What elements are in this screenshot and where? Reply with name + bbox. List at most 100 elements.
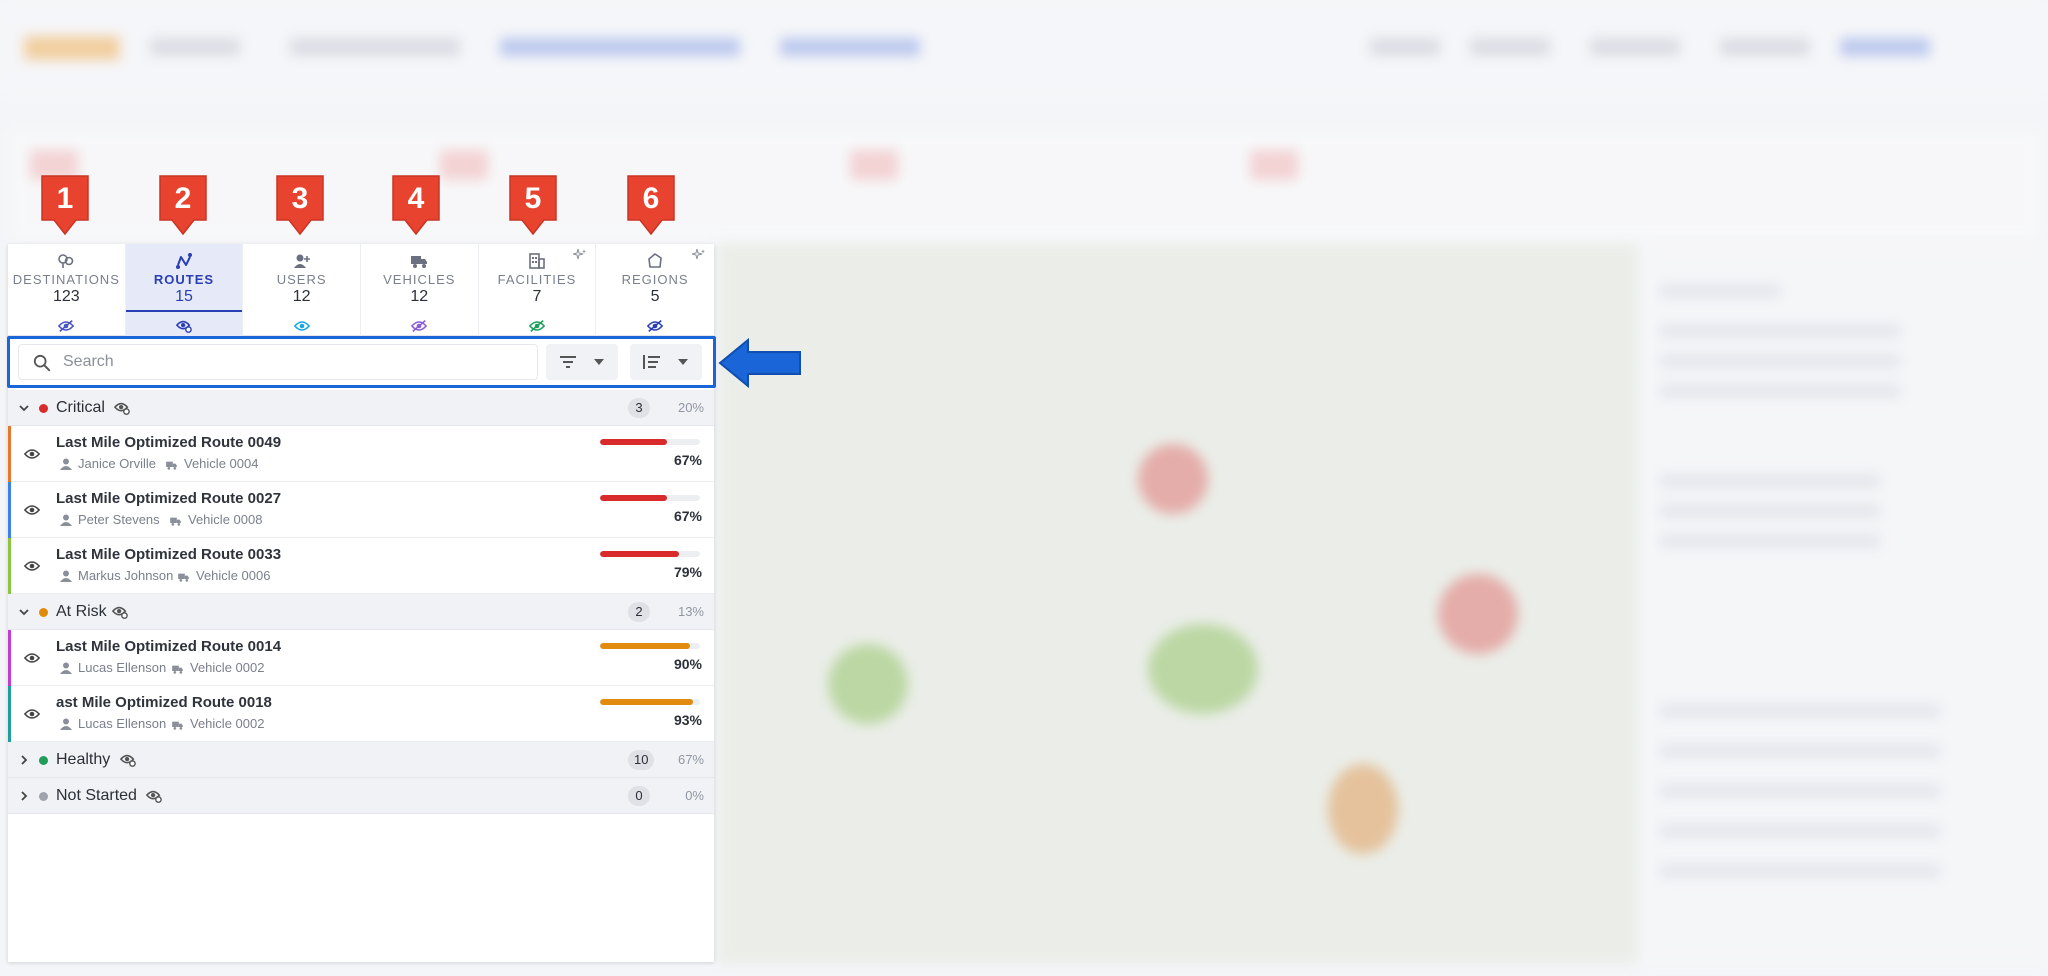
group-percentage: 13% — [677, 604, 704, 619]
progress-bar — [600, 439, 700, 445]
route-icon — [175, 252, 193, 270]
blurred-nav — [1720, 38, 1810, 56]
eye-settings-icon[interactable] — [175, 319, 192, 333]
route-title: Last Mile Optimized Route 0014 — [56, 638, 282, 655]
route-vehicle: Vehicle 0004 — [184, 456, 259, 471]
tab-routes[interactable]: ROUTES 15 — [125, 244, 244, 336]
blurred-nav — [500, 38, 740, 56]
callout-number: 1 — [56, 182, 74, 215]
map-blob — [1438, 574, 1518, 654]
tab-count: 15 — [175, 288, 193, 305]
group-count-badge: 10 — [628, 750, 655, 770]
group-header[interactable]: Not Started 0 0% — [8, 778, 714, 814]
progress-percentage: 90% — [673, 656, 702, 672]
progress-percentage: 93% — [673, 712, 702, 728]
blurred-row — [1660, 704, 1940, 718]
chevron-down-icon — [594, 359, 604, 365]
tab-regions[interactable]: REGIONS 5 — [596, 244, 714, 336]
tab-label: FACILITIES — [497, 272, 577, 287]
eye-settings-icon[interactable] — [119, 753, 136, 768]
eye-icon[interactable] — [293, 319, 310, 333]
callout-badge: 6 — [626, 174, 676, 236]
blurred-stat — [850, 150, 898, 180]
blurred-nav — [1370, 38, 1440, 56]
group-percentage: 0% — [685, 788, 704, 803]
tab-users[interactable]: USERS 12 — [243, 244, 361, 336]
callout-number: 2 — [174, 182, 192, 215]
eye-icon[interactable] — [23, 447, 42, 461]
entity-tabs: DESTINATIONS 123 ROUTES 15 USERS 12 VEHI… — [8, 244, 714, 336]
map-blob — [1328, 764, 1398, 854]
eye-settings-icon[interactable] — [113, 401, 130, 416]
user-icon — [60, 662, 72, 674]
truck-icon — [164, 458, 179, 470]
blurred-row — [1660, 864, 1940, 878]
group-by-button[interactable] — [630, 344, 702, 380]
group-header[interactable]: Critical 3 20% — [8, 390, 714, 426]
eye-icon[interactable] — [23, 559, 42, 573]
eye-icon[interactable] — [23, 503, 42, 517]
search-input[interactable] — [63, 345, 523, 379]
filter-button[interactable] — [546, 344, 618, 380]
routes-panel: DESTINATIONS 123 ROUTES 15 USERS 12 VEHI… — [7, 244, 716, 962]
region-icon — [646, 252, 664, 270]
blurred-row — [1660, 284, 1780, 298]
blurred-logo — [24, 36, 120, 60]
chevron-right-icon[interactable] — [18, 790, 30, 802]
chevron-right-icon[interactable] — [18, 754, 30, 766]
blurred-row — [1660, 324, 1900, 338]
map-blob — [828, 644, 908, 724]
search-icon — [33, 354, 51, 372]
eye-settings-icon[interactable] — [111, 605, 128, 620]
tab-count: 123 — [52, 288, 80, 305]
truck-icon — [170, 718, 185, 730]
users-icon — [293, 252, 311, 270]
group-percentage: 67% — [677, 752, 704, 767]
eye-settings-icon[interactable] — [145, 789, 162, 804]
group-header[interactable]: At Risk 2 13% — [8, 594, 714, 630]
list-view-icon — [643, 355, 660, 369]
callout-badge: 2 — [158, 174, 208, 236]
chevron-down-icon[interactable] — [18, 402, 30, 414]
eye-off-icon[interactable] — [528, 319, 546, 333]
callout-badge: 4 — [391, 174, 441, 236]
search-box — [18, 344, 538, 380]
group-header[interactable]: Healthy 10 67% — [8, 742, 714, 778]
tab-count: 12 — [410, 288, 429, 305]
chevron-down-icon[interactable] — [18, 606, 30, 618]
tab-count: 7 — [532, 288, 542, 305]
route-row[interactable]: ast Mile Optimized Route 0018 Lucas Elle… — [8, 686, 714, 742]
route-driver: Peter Stevens — [78, 512, 160, 527]
group-name: Not Started — [56, 787, 137, 804]
tab-count: 12 — [292, 288, 311, 305]
eye-off-icon[interactable] — [411, 319, 428, 333]
route-row[interactable]: Last Mile Optimized Route 0014 Lucas Ell… — [8, 630, 714, 686]
route-row[interactable]: Last Mile Optimized Route 0033 Markus Jo… — [8, 538, 714, 594]
tab-destinations[interactable]: DESTINATIONS 123 — [8, 244, 126, 336]
sparkle-icon[interactable] — [573, 248, 587, 262]
route-row[interactable]: Last Mile Optimized Route 0027 Peter Ste… — [8, 482, 714, 538]
eye-off-icon[interactable] — [646, 319, 664, 333]
tab-facilities[interactable]: FACILITIES 7 — [479, 244, 597, 336]
callout-number: 6 — [642, 182, 660, 215]
route-vehicle: Vehicle 0006 — [196, 568, 271, 583]
eye-icon[interactable] — [23, 707, 42, 721]
blurred-row — [1660, 504, 1880, 518]
route-driver: Markus Johnson — [78, 568, 174, 583]
tab-vehicles[interactable]: VEHICLES 12 — [361, 244, 479, 336]
route-color-stripe — [8, 482, 11, 538]
route-driver: Lucas Ellenson — [78, 716, 167, 731]
sparkle-icon[interactable] — [691, 248, 706, 262]
user-icon — [60, 570, 72, 582]
route-row[interactable]: Last Mile Optimized Route 0049 Janice Or… — [8, 426, 714, 482]
callout-number: 4 — [407, 182, 425, 215]
callout-badge: 3 — [275, 174, 325, 236]
tab-label: DESTINATIONS — [12, 272, 120, 287]
route-vehicle: Vehicle 0002 — [190, 660, 265, 675]
blurred-row — [1660, 384, 1900, 398]
eye-off-icon[interactable] — [58, 319, 75, 333]
group-percentage: 20% — [677, 400, 704, 415]
route-color-stripe — [8, 426, 11, 482]
eye-icon[interactable] — [23, 651, 42, 665]
status-dot — [39, 792, 48, 801]
